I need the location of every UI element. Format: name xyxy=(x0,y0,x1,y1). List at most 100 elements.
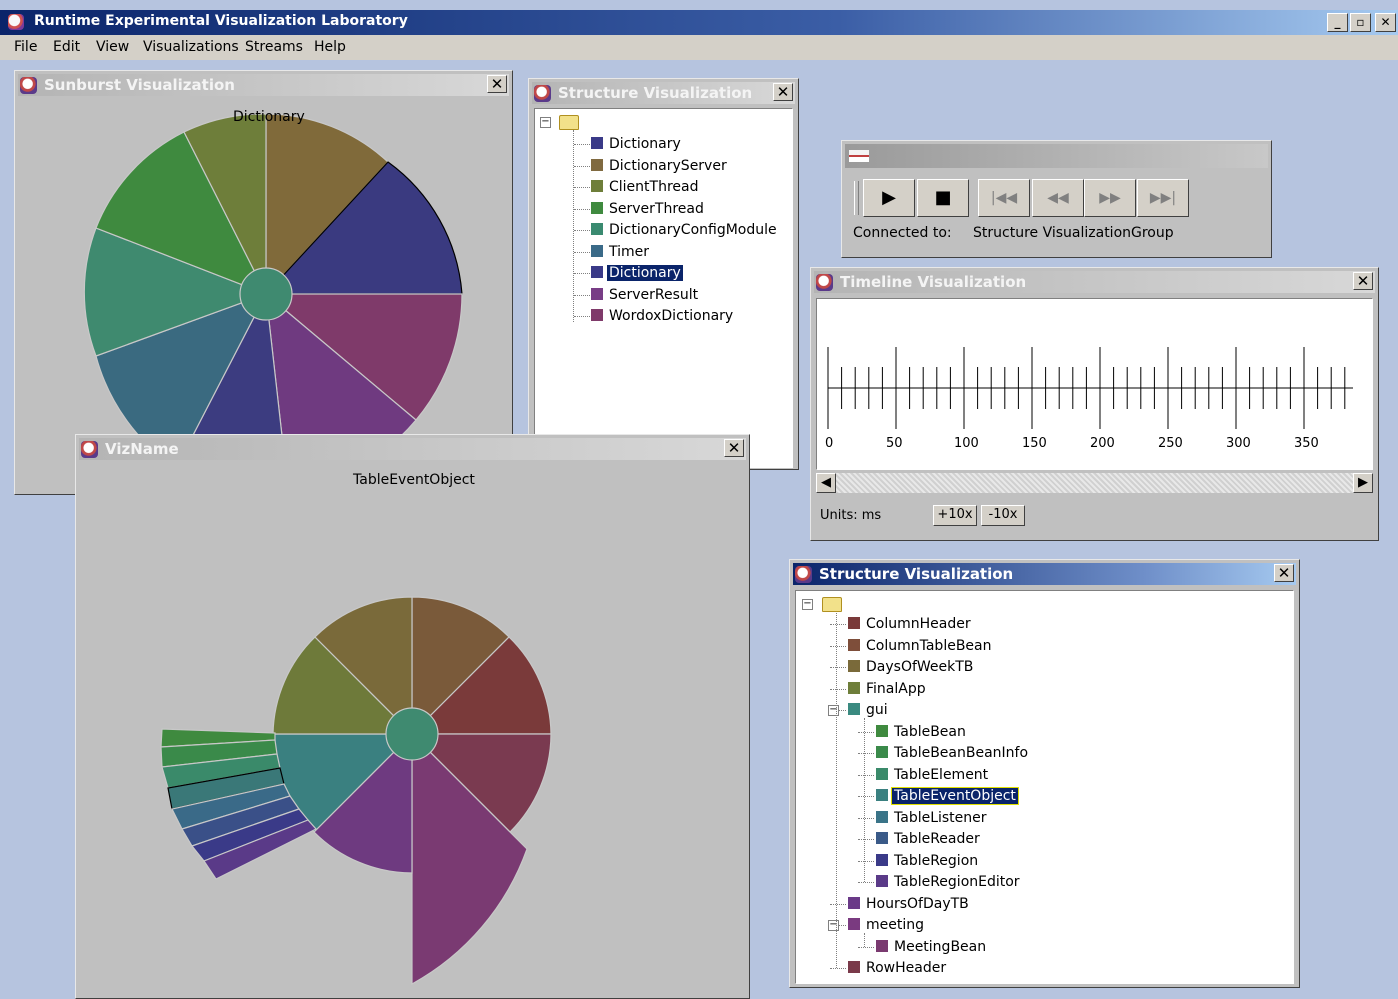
vizname-sunburst[interactable] xyxy=(79,461,746,996)
tree-item[interactable]: TableBean xyxy=(876,723,966,741)
timeline-titlebar[interactable]: Timeline Visualization ✕ xyxy=(814,271,1375,293)
tree-item-label: TableRegion xyxy=(894,852,979,869)
java-app-icon xyxy=(534,85,551,102)
close-button[interactable]: ✕ xyxy=(1375,13,1396,32)
stop-button[interactable]: ■ xyxy=(917,179,969,217)
tree-item-label: TableListener xyxy=(894,809,987,826)
scroll-left-button[interactable]: ◀ xyxy=(816,473,836,493)
timeline-close-button[interactable]: ✕ xyxy=(1353,272,1373,290)
tree-item[interactable]: WordoxDictionary xyxy=(591,307,733,325)
class-color-icon xyxy=(591,201,603,214)
tree-item[interactable]: ColumnTableBean xyxy=(848,637,992,655)
timeline-scrollbar[interactable]: ◀ ▶ xyxy=(816,473,1373,493)
structure1-close-button[interactable]: ✕ xyxy=(773,83,793,101)
tree-item-label: TableElement xyxy=(894,766,989,783)
class-color-icon xyxy=(591,309,603,321)
sunburst-window[interactable]: Sunburst Visualization ✕ Dictionary xyxy=(14,70,513,495)
collapse-icon[interactable]: − xyxy=(828,705,839,716)
fast-forward-button[interactable]: ▶▶ xyxy=(1084,179,1136,217)
tree-item[interactable]: FinalApp xyxy=(848,680,926,698)
tree-item[interactable]: Dictionary xyxy=(591,264,683,282)
tree-item[interactable]: TableElement xyxy=(876,766,988,784)
player-window[interactable]: ▶ ■ |◀◀ ◀◀ ▶▶ ▶▶| Connected to: Structur… xyxy=(841,140,1272,258)
menu-edit[interactable]: Edit xyxy=(53,39,80,55)
class-color-icon xyxy=(848,617,860,629)
player-toolbar: ▶ ■ |◀◀ ◀◀ ▶▶ ▶▶| xyxy=(854,179,1194,217)
tree-item[interactable]: HoursOfDayTB xyxy=(848,895,969,913)
app-titlebar: Runtime Experimental Visualization Labor… xyxy=(0,10,1398,35)
structure1-title: Structure Visualization xyxy=(558,84,753,102)
restore-button[interactable]: ▫ xyxy=(1350,13,1371,32)
app-title: Runtime Experimental Visualization Labor… xyxy=(34,13,408,29)
structure1-tree[interactable]: − Dictionary DictionaryServer ClientThread… xyxy=(534,108,793,468)
timeline-window[interactable]: Timeline Visualization ✕ 0 50 100 150 200 250… xyxy=(810,267,1379,541)
tree-item[interactable]: DictionaryServer xyxy=(591,157,727,175)
menu-visualizations[interactable]: Visualizations xyxy=(143,39,239,55)
tree-item[interactable]: TableBeanBeanInfo xyxy=(876,744,1028,762)
vizname-titlebar[interactable]: VizName ✕ xyxy=(79,438,746,460)
menu-view[interactable]: View xyxy=(96,39,129,55)
class-color-icon xyxy=(591,244,603,257)
zoom-in-button[interactable]: +10x xyxy=(933,505,977,526)
tree-item-label: TableEventObject xyxy=(891,787,1019,805)
tree-item[interactable]: ClientThread xyxy=(591,178,698,196)
tree-item[interactable]: DictionaryConfigModule xyxy=(591,221,777,239)
tree-item[interactable]: MeetingBean xyxy=(876,938,986,956)
timeline-canvas[interactable]: 0 50 100 150 200 250 300 350 xyxy=(816,298,1373,470)
tree-item[interactable]: TableReader xyxy=(876,830,980,848)
tree-item[interactable]: ServerThread xyxy=(591,200,704,218)
class-color-icon xyxy=(876,724,888,737)
player-titlebar[interactable] xyxy=(845,144,1268,168)
tree-item[interactable]: RowHeader xyxy=(848,959,946,977)
folder-icon xyxy=(822,597,842,612)
tree-item[interactable]: Timer xyxy=(591,243,649,261)
tree-item[interactable]: gui xyxy=(848,701,888,719)
tree-item[interactable]: TableRegionEditor xyxy=(876,873,1020,891)
collapse-icon[interactable]: − xyxy=(828,920,839,931)
class-color-icon xyxy=(591,137,603,149)
tree-item-label: ClientThread xyxy=(609,179,699,195)
skip-start-button[interactable]: |◀◀ xyxy=(978,179,1030,217)
collapse-icon[interactable]: − xyxy=(540,117,551,128)
tree-item[interactable]: Dictionary xyxy=(591,135,681,153)
sunburst-chart[interactable]: Dictionary xyxy=(18,97,510,492)
vizname-window[interactable]: VizName ✕ TableEventObject xyxy=(75,434,750,999)
zoom-out-button[interactable]: -10x xyxy=(981,505,1025,526)
tree-item[interactable]: ServerResult xyxy=(591,286,698,304)
rewind-button[interactable]: ◀◀ xyxy=(1032,179,1084,217)
collapse-icon[interactable]: − xyxy=(802,599,813,610)
timeline-tick-label: 50 xyxy=(886,436,903,451)
structure2-titlebar[interactable]: Structure Visualization ✕ xyxy=(793,563,1296,585)
sunburst-close-button[interactable]: ✕ xyxy=(487,75,507,93)
minimize-button[interactable]: _ xyxy=(1327,13,1348,32)
tree-item[interactable]: meeting xyxy=(848,916,924,934)
structure1-titlebar[interactable]: Structure Visualization ✕ xyxy=(532,82,795,104)
menu-help[interactable]: Help xyxy=(314,39,346,55)
tree-item[interactable]: TableListener xyxy=(876,809,987,827)
tree-item-label: TableBeanBeanInfo xyxy=(894,745,1029,761)
scroll-right-button[interactable]: ▶ xyxy=(1353,473,1373,493)
tree-item[interactable]: DaysOfWeekTB xyxy=(848,658,973,676)
class-color-icon xyxy=(591,223,603,235)
play-button[interactable]: ▶ xyxy=(863,179,915,217)
tree-item[interactable]: TableRegion xyxy=(876,852,978,870)
vizname-close-button[interactable]: ✕ xyxy=(724,439,744,457)
class-color-icon xyxy=(876,875,888,887)
sunburst-titlebar[interactable]: Sunburst Visualization ✕ xyxy=(18,74,509,96)
tree-item[interactable]: TableEventObject xyxy=(876,787,1019,805)
tree-item[interactable]: ColumnHeader xyxy=(848,615,971,633)
folder-icon xyxy=(559,115,579,130)
structure2-close-button[interactable]: ✕ xyxy=(1274,564,1294,582)
skip-end-button[interactable]: ▶▶| xyxy=(1137,179,1189,217)
structure2-tree[interactable]: − ColumnHeader ColumnTableBean DaysOfWeekT… xyxy=(795,590,1294,984)
menu-file[interactable]: File xyxy=(14,39,37,55)
vizname-title: VizName xyxy=(105,440,179,458)
class-color-icon xyxy=(876,746,888,758)
timeline-title: Timeline Visualization xyxy=(840,273,1027,291)
menu-streams[interactable]: Streams xyxy=(245,39,303,55)
structure-window-1[interactable]: Structure Visualization ✕ − Dictionary Di… xyxy=(528,78,799,470)
structure2-title: Structure Visualization xyxy=(819,565,1014,583)
sunburst-title: Sunburst Visualization xyxy=(44,76,235,94)
structure-window-2[interactable]: Structure Visualization ✕ − ColumnHeader… xyxy=(789,559,1300,988)
tree-item-label: gui xyxy=(866,702,888,718)
